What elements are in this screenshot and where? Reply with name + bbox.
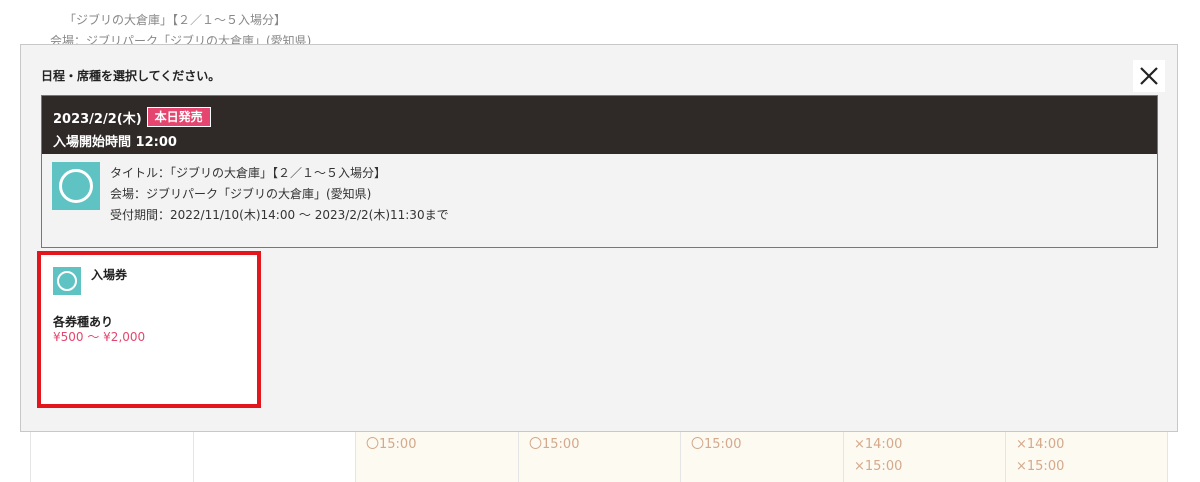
circle-mark-icon: [52, 162, 100, 210]
slot-label: 〇15:00: [691, 437, 742, 452]
schedule-select-modal: 日程・席種を選択してください。 2023/2/2(木) 本日発売 入場開始時間 …: [20, 44, 1178, 432]
slot-label: 〇15:00: [529, 437, 580, 452]
table-cell: ×14:00 ×15:00: [843, 431, 1005, 482]
event-date: 2023/2/2(木): [53, 111, 142, 127]
event-info-box: 2023/2/2(木) 本日発売 入場開始時間 12:00 タイトル：「ジブリの…: [41, 95, 1158, 248]
table-cell: [30, 431, 193, 482]
circle-mark-icon: [53, 267, 81, 295]
slot-label: ×15:00: [1016, 459, 1065, 474]
schedule-table: 〇15:00 〇15:00 〇15:00 ×14:00 ×15:00 ×14:0…: [30, 430, 1168, 482]
table-cell[interactable]: 〇15:00: [355, 431, 518, 482]
slot-label: ×15:00: [854, 459, 903, 474]
close-icon: [1140, 67, 1158, 85]
table-cell[interactable]: 〇15:00: [680, 431, 843, 482]
slot-label: 〇15:00: [366, 437, 417, 452]
slot-label: ×14:00: [1016, 437, 1065, 452]
close-button[interactable]: [1133, 60, 1165, 92]
ticket-name: 入場券: [91, 268, 128, 282]
ticket-price-range: ¥500 ～ ¥2,000: [53, 330, 146, 344]
table-cell[interactable]: 〇15:00: [518, 431, 680, 482]
slot-label: ×14:00: [854, 437, 903, 452]
modal-title: 日程・席種を選択してください。: [41, 69, 221, 83]
event-header: 2023/2/2(木) 本日発売 入場開始時間 12:00: [42, 96, 1157, 154]
background-title-line: 「ジブリの大倉庫」【２／１～５入場分】: [64, 13, 287, 27]
event-body: タイトル：「ジブリの大倉庫」【２／１～５入場分】 会場：ジブリパーク「ジブリの大…: [42, 154, 1157, 247]
event-venue: 会場：ジブリパーク「ジブリの大倉庫」(愛知県): [110, 187, 372, 201]
table-cell: ×14:00 ×15:00: [1005, 431, 1168, 482]
event-title: タイトル：「ジブリの大倉庫」【２／１～５入場分】: [110, 166, 387, 180]
ticket-option-card[interactable]: 入場券 各券種あり ¥500 ～ ¥2,000: [37, 251, 261, 408]
on-sale-today-badge: 本日発売: [146, 107, 211, 127]
entry-start-time: 入場開始時間 12:00: [53, 135, 177, 150]
event-reception-period: 受付期間：2022/11/10(木)14:00 ～ 2023/2/2(木)11:…: [110, 208, 449, 222]
table-cell: [193, 431, 355, 482]
